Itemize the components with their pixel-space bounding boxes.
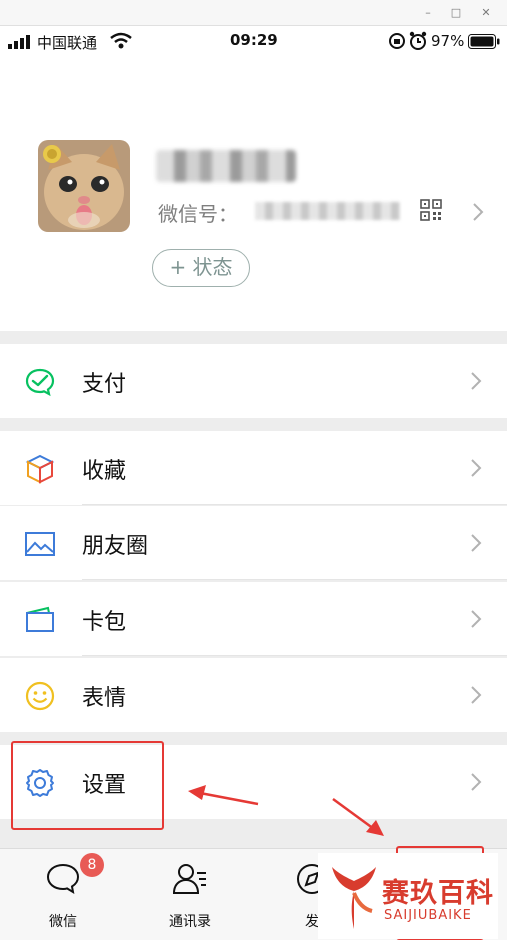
- chevron-right-icon: [471, 534, 482, 552]
- minimize-button[interactable]: –: [420, 5, 436, 21]
- menu-item-favorites[interactable]: 收藏: [0, 431, 507, 505]
- alarm-icon: [409, 31, 427, 50]
- chevron-right-icon: [471, 610, 482, 628]
- arrow-left-annotation: [188, 785, 259, 806]
- contacts-icon: [172, 864, 206, 894]
- menu-item-pay[interactable]: 支付: [0, 344, 507, 418]
- card-wallet-icon: [26, 606, 54, 632]
- settings-highlight-box: [11, 741, 164, 830]
- chat-bubble-icon: [46, 863, 80, 894]
- menu-item-favorites-label: 收藏: [82, 459, 127, 484]
- unread-badge: 8: [80, 853, 104, 877]
- menu-item-moments[interactable]: 朋友圈: [0, 506, 507, 580]
- row-divider: [82, 504, 507, 505]
- favorites-cube-icon: [25, 454, 55, 484]
- watermark-logo: 赛玖百科 SAIJIUBAIKE: [318, 853, 498, 939]
- menu-item-stickers-label: 表情: [82, 686, 127, 711]
- tab-contacts-label: 通讯录: [169, 914, 211, 930]
- maximize-button[interactable]: □: [448, 5, 464, 21]
- rotation-lock-icon: [389, 33, 405, 49]
- avatar[interactable]: [38, 140, 130, 232]
- chevron-right-icon: [471, 686, 482, 704]
- qr-code-icon[interactable]: [420, 199, 442, 221]
- chevron-right-icon: [471, 459, 482, 477]
- arrow-down-right-annotation: [332, 797, 384, 836]
- status-bar: 中国联通 09:29 97%: [0, 26, 507, 56]
- close-button[interactable]: ✕: [478, 5, 494, 21]
- battery-icon: [468, 34, 500, 49]
- cat-avatar-image: [38, 140, 130, 232]
- wechat-pay-icon: [25, 368, 55, 397]
- whale-tail-logo-icon: [332, 867, 376, 929]
- moments-photo-icon: [25, 532, 55, 556]
- tab-chats-label: 微信: [49, 914, 77, 930]
- window-titlebar: – □ ✕: [0, 0, 507, 26]
- clock-time: 09:29: [230, 31, 278, 49]
- tab-contacts[interactable]: 通讯录: [150, 857, 230, 930]
- signal-icon: [8, 35, 30, 49]
- menu-item-cards[interactable]: 卡包: [0, 582, 507, 656]
- add-status-button[interactable]: + 状态: [152, 249, 250, 287]
- smiley-icon: [25, 681, 55, 711]
- row-divider: [82, 655, 507, 656]
- menu-item-stickers[interactable]: 表情: [0, 658, 507, 732]
- wifi-icon: [110, 32, 132, 49]
- battery-percent: 97%: [431, 32, 465, 50]
- wechat-me-screen: – □ ✕ 中国联通 09:29 97% 微信号： + 状态 支付 收藏 朋友圈…: [0, 0, 507, 940]
- wechat-id-redacted: [255, 202, 400, 220]
- nickname-redacted: [156, 150, 296, 182]
- carrier-name: 中国联通: [37, 34, 98, 52]
- watermark-title: 赛玖百科: [382, 878, 494, 909]
- watermark-subtitle: SAIJIUBAIKE: [384, 908, 472, 923]
- row-divider: [82, 579, 507, 580]
- wechat-id-label: 微信号：: [158, 202, 238, 226]
- chevron-right-icon: [471, 773, 482, 791]
- chevron-right-icon: [473, 203, 484, 221]
- menu-item-pay-label: 支付: [82, 372, 127, 397]
- chevron-right-icon: [471, 372, 482, 390]
- menu-item-cards-label: 卡包: [82, 610, 127, 635]
- profile-card[interactable]: 微信号： + 状态: [0, 56, 507, 331]
- menu-item-moments-label: 朋友圈: [82, 534, 149, 559]
